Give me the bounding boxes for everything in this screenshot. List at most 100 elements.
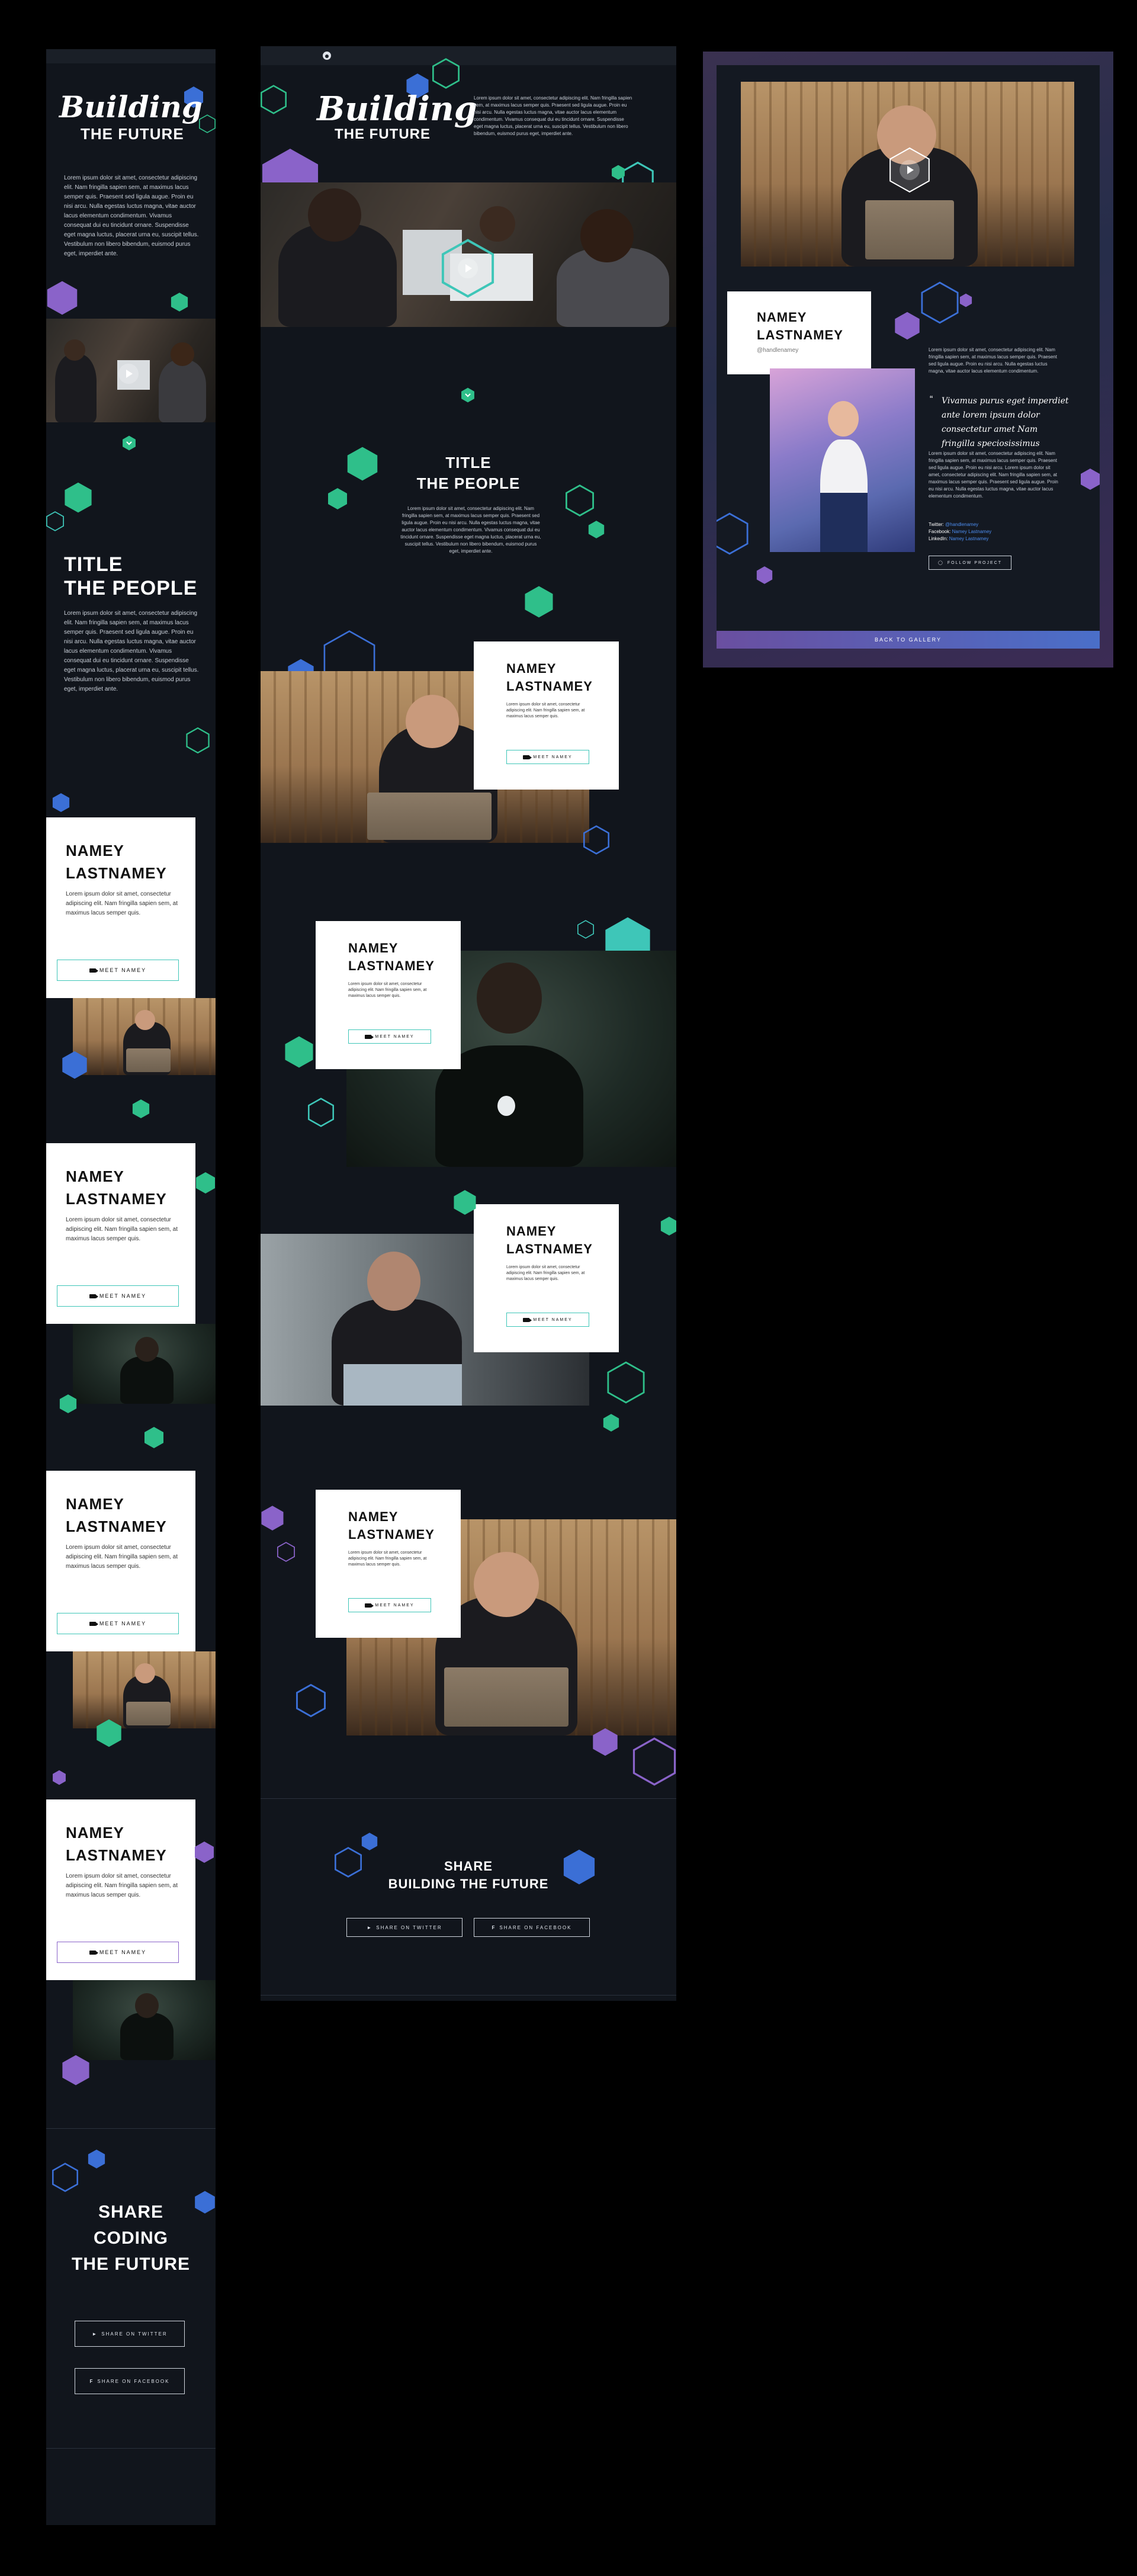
person-desc: Lorem ipsum dolor sit amet, consectetur … xyxy=(66,1544,178,1570)
chevron-down-icon[interactable] xyxy=(461,387,475,403)
person-card: NAMEY LASTNAMEY Lorem ipsum dolor sit am… xyxy=(316,921,461,1069)
modal-bio-2: Lorem ipsum dolor sit amet, consectetur … xyxy=(929,451,1058,499)
person-first-name: NAMEY xyxy=(66,1167,124,1185)
person-head xyxy=(474,1552,539,1617)
hexagon-icon xyxy=(1081,469,1100,490)
meet-button[interactable]: MEET NAMEY xyxy=(348,1598,431,1612)
social-linkedin-label: LinkedIn: xyxy=(929,536,948,541)
section-divider xyxy=(46,2128,216,2129)
person-desc: Lorem ipsum dolor sit amet, consectetur … xyxy=(506,1265,585,1281)
github-icon: ◯ xyxy=(937,561,944,565)
social-linkedin-link[interactable]: Namey Lastnamey xyxy=(949,536,989,541)
person-first-name: NAMEY xyxy=(506,661,557,676)
mobile-view: Building THE FUTURE Lorem ipsum dolor si… xyxy=(46,49,216,2525)
person-last-name: LASTNAMEY xyxy=(66,1190,167,1208)
meet-button-label: MEET NAMEY xyxy=(533,755,573,759)
social-twitter-link[interactable]: @handlenamey xyxy=(945,522,978,527)
person-head xyxy=(406,695,459,748)
video-camera-icon xyxy=(523,1317,532,1322)
person-last-name: LASTNAMEY xyxy=(506,1242,593,1256)
laptop xyxy=(444,1667,568,1727)
hero-title-script: Building xyxy=(59,89,203,124)
hexagon-icon xyxy=(895,312,920,340)
social-facebook-link[interactable]: Namey Lastnamey xyxy=(952,529,992,534)
back-to-gallery-button[interactable]: BACK TO GALLERY xyxy=(717,631,1100,649)
laptop xyxy=(367,793,492,840)
people-body: Lorem ipsum dolor sit amet, consectetur … xyxy=(400,506,541,554)
modal-first-name: NAMEY xyxy=(757,310,807,325)
hero-title-sub: THE FUTURE xyxy=(335,126,431,142)
hexagon-icon xyxy=(588,521,605,538)
modal-video xyxy=(741,82,1074,267)
share-facebook-button[interactable]: f SHARE ON FACEBOOK xyxy=(75,2368,185,2394)
person-first-name: NAMEY xyxy=(348,941,399,955)
play-icon[interactable] xyxy=(900,160,920,180)
video-camera-icon xyxy=(89,1950,98,1955)
person-head xyxy=(480,206,515,242)
github-icon[interactable] xyxy=(322,51,332,60)
hexagon-icon xyxy=(660,1217,676,1236)
person-last-name: LASTNAMEY xyxy=(66,1518,167,1535)
person-head xyxy=(828,401,859,437)
person-desc: Lorem ipsum dolor sit amet, consectetur … xyxy=(66,1873,178,1898)
meet-button[interactable]: MEET NAMEY xyxy=(348,1029,431,1044)
hexagon-icon xyxy=(607,1361,645,1404)
people-title-line2: THE PEOPLE xyxy=(64,577,198,599)
meet-button-label: MEET NAMEY xyxy=(99,967,147,973)
chevron-down-icon[interactable] xyxy=(122,435,136,451)
meet-button[interactable]: MEET NAMEY xyxy=(57,1285,179,1307)
hexagon-icon xyxy=(593,1728,618,1756)
share-title-line2: CODING xyxy=(94,2228,168,2248)
hexagon-icon xyxy=(52,793,70,812)
modal-portrait xyxy=(770,368,915,552)
video-camera-icon xyxy=(89,1621,98,1626)
meet-button-label: MEET NAMEY xyxy=(375,1603,415,1608)
person-last-name: LASTNAMEY xyxy=(348,958,435,973)
video-camera-icon xyxy=(523,755,532,759)
person-desc: Lorem ipsum dolor sit amet, consectetur … xyxy=(506,702,585,718)
person-figure xyxy=(120,1356,174,1404)
mobile-topbar xyxy=(46,49,216,63)
hexagon-icon xyxy=(959,293,972,307)
facebook-icon: f xyxy=(89,2378,94,2384)
share-facebook-label: SHARE ON FACEBOOK xyxy=(97,2378,170,2384)
modal-name-card: NAMEY LASTNAMEY @handlenamey xyxy=(727,291,871,374)
hexagon-icon xyxy=(88,2150,105,2168)
follow-project-button[interactable]: ◯ FOLLOW PROJECT xyxy=(929,556,1011,570)
person-photo xyxy=(73,1651,216,1728)
meet-button[interactable]: MEET NAMEY xyxy=(57,1613,179,1634)
share-facebook-button[interactable]: f SHARE ON FACEBOOK xyxy=(474,1918,590,1937)
modal-social-list: Twitter: @handlenamey Facebook: Namey La… xyxy=(929,521,991,543)
play-icon[interactable] xyxy=(118,364,139,384)
meet-button[interactable]: MEET NAMEY xyxy=(506,1313,589,1327)
hero-photo xyxy=(46,319,216,422)
share-twitter-button[interactable]: ► SHARE ON TWITTER xyxy=(346,1918,462,1937)
person-figure xyxy=(55,354,97,422)
follow-project-label: FOLLOW PROJECT xyxy=(947,560,1003,565)
meet-button[interactable]: MEET NAMEY xyxy=(57,1942,179,1963)
person-head xyxy=(135,1663,155,1683)
person-desc: Lorem ipsum dolor sit amet, consectetur … xyxy=(348,982,427,998)
laptop xyxy=(126,1048,171,1072)
hexagon-icon xyxy=(46,511,64,531)
desktop-view: Building THE FUTURE Lorem ipsum dolor si… xyxy=(261,46,676,2001)
play-icon[interactable] xyxy=(458,258,478,278)
person-card: NAMEY LASTNAMEY Lorem ipsum dolor sit am… xyxy=(474,1204,619,1352)
hero-title-script: Building xyxy=(317,89,477,129)
meet-button[interactable]: MEET NAMEY xyxy=(506,750,589,764)
hero-intro: Lorem ipsum dolor sit amet, consectetur … xyxy=(64,175,199,257)
person-head xyxy=(367,1252,420,1311)
social-twitter-row: Twitter: @handlenamey xyxy=(929,521,991,528)
meet-button[interactable]: MEET NAMEY xyxy=(57,960,179,981)
share-twitter-button[interactable]: ► SHARE ON TWITTER xyxy=(75,2321,185,2347)
hexagon-icon xyxy=(525,586,553,618)
hexagon-icon xyxy=(171,293,188,312)
hero-photo xyxy=(261,182,676,327)
person-first-name: NAMEY xyxy=(506,1224,557,1239)
hexagon-icon xyxy=(186,727,210,753)
share-title-line2: BUILDING THE FUTURE xyxy=(388,1876,549,1891)
person-first-name: NAMEY xyxy=(348,1509,399,1524)
person-desc: Lorem ipsum dolor sit amet, consectetur … xyxy=(66,1217,178,1242)
modal-last-name: LASTNAMEY xyxy=(757,328,843,342)
hexagon-icon xyxy=(47,281,78,315)
